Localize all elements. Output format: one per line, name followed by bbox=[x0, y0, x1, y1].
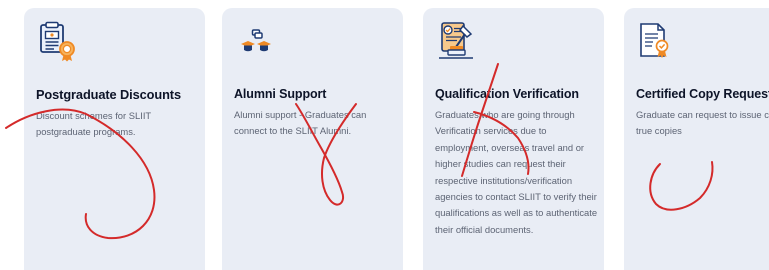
card-title: Qualification Verification bbox=[435, 87, 579, 101]
card-description: Alumni support - Graduates can connect t… bbox=[234, 109, 367, 137]
card-description: Discount schemes for SLIIT postgraduate … bbox=[36, 110, 151, 138]
card-title: Alumni Support bbox=[234, 87, 327, 101]
discount-certificate-icon bbox=[40, 21, 75, 62]
card-postgraduate-discounts[interactable]: Postgraduate Discounts Discount schemes … bbox=[24, 8, 205, 270]
card-title: Certified Copy Requests bbox=[636, 87, 769, 101]
card-qualification-verification[interactable]: Qualification Verification Graduates who… bbox=[423, 8, 604, 270]
services-card-row: Postgraduate Discounts Discount schemes … bbox=[0, 0, 769, 270]
card-title: Postgraduate Discounts bbox=[36, 87, 181, 102]
verification-stamp-icon bbox=[439, 22, 473, 59]
card-description: Graduate can request to issue certified … bbox=[636, 109, 769, 137]
card-description: Graduates who are going through Verifica… bbox=[435, 109, 598, 235]
certified-copy-icon bbox=[640, 23, 669, 58]
card-alumni-support[interactable]: Alumni Support Alumni support - Graduate… bbox=[222, 8, 403, 270]
card-certified-copy-requests[interactable]: Certified Copy Requests Graduate can req… bbox=[624, 8, 769, 270]
alumni-graduates-icon bbox=[241, 29, 271, 52]
